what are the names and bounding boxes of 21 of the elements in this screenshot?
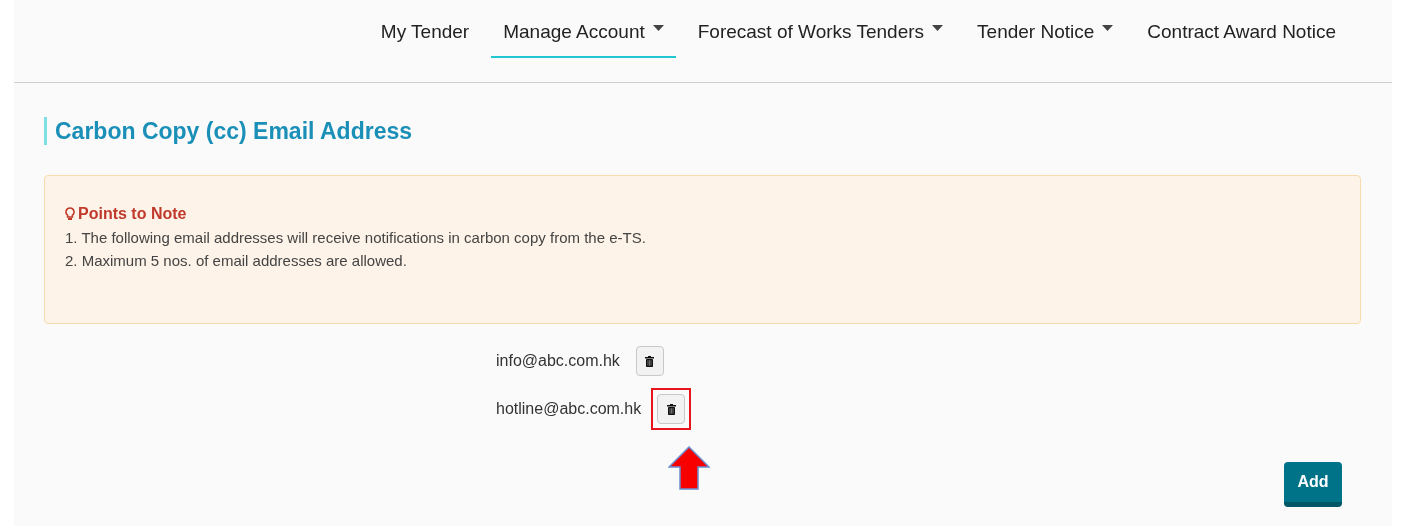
nav-tab[interactable]: Contract Award Notice bbox=[1135, 8, 1348, 58]
trash-icon bbox=[645, 355, 655, 367]
nav-tab[interactable]: Forecast of Works Tenders bbox=[685, 8, 956, 58]
trash-icon bbox=[666, 403, 676, 415]
caret-icon bbox=[652, 25, 664, 31]
delete-button[interactable] bbox=[657, 394, 686, 424]
notice-text: 2. Maximum 5 nos. of email addresses are allowed. bbox=[65, 251, 408, 271]
page-heading: Carbon Copy (cc) Email Address bbox=[44, 117, 1362, 145]
notice-title: Points to Note bbox=[78, 204, 187, 224]
nav-tab[interactable]: Tender Notice bbox=[965, 8, 1126, 58]
arrow-annotation bbox=[668, 446, 710, 490]
nav-tab[interactable]: Manage Account bbox=[491, 8, 676, 58]
caret-icon bbox=[1102, 25, 1114, 31]
caret-icon bbox=[932, 25, 944, 31]
email-address: hotline@abc.com.hk bbox=[496, 399, 642, 419]
notice-text: 1. The following email addresses will receive notifications in carbon copy from the e-TS. bbox=[65, 228, 647, 248]
add-button[interactable]: Add bbox=[1284, 462, 1342, 507]
delete-button[interactable] bbox=[635, 346, 664, 376]
nav-tab[interactable]: My Tender bbox=[368, 8, 482, 58]
email-address: info@abc.com.hk bbox=[496, 351, 620, 371]
lightbulb-icon bbox=[65, 207, 75, 221]
